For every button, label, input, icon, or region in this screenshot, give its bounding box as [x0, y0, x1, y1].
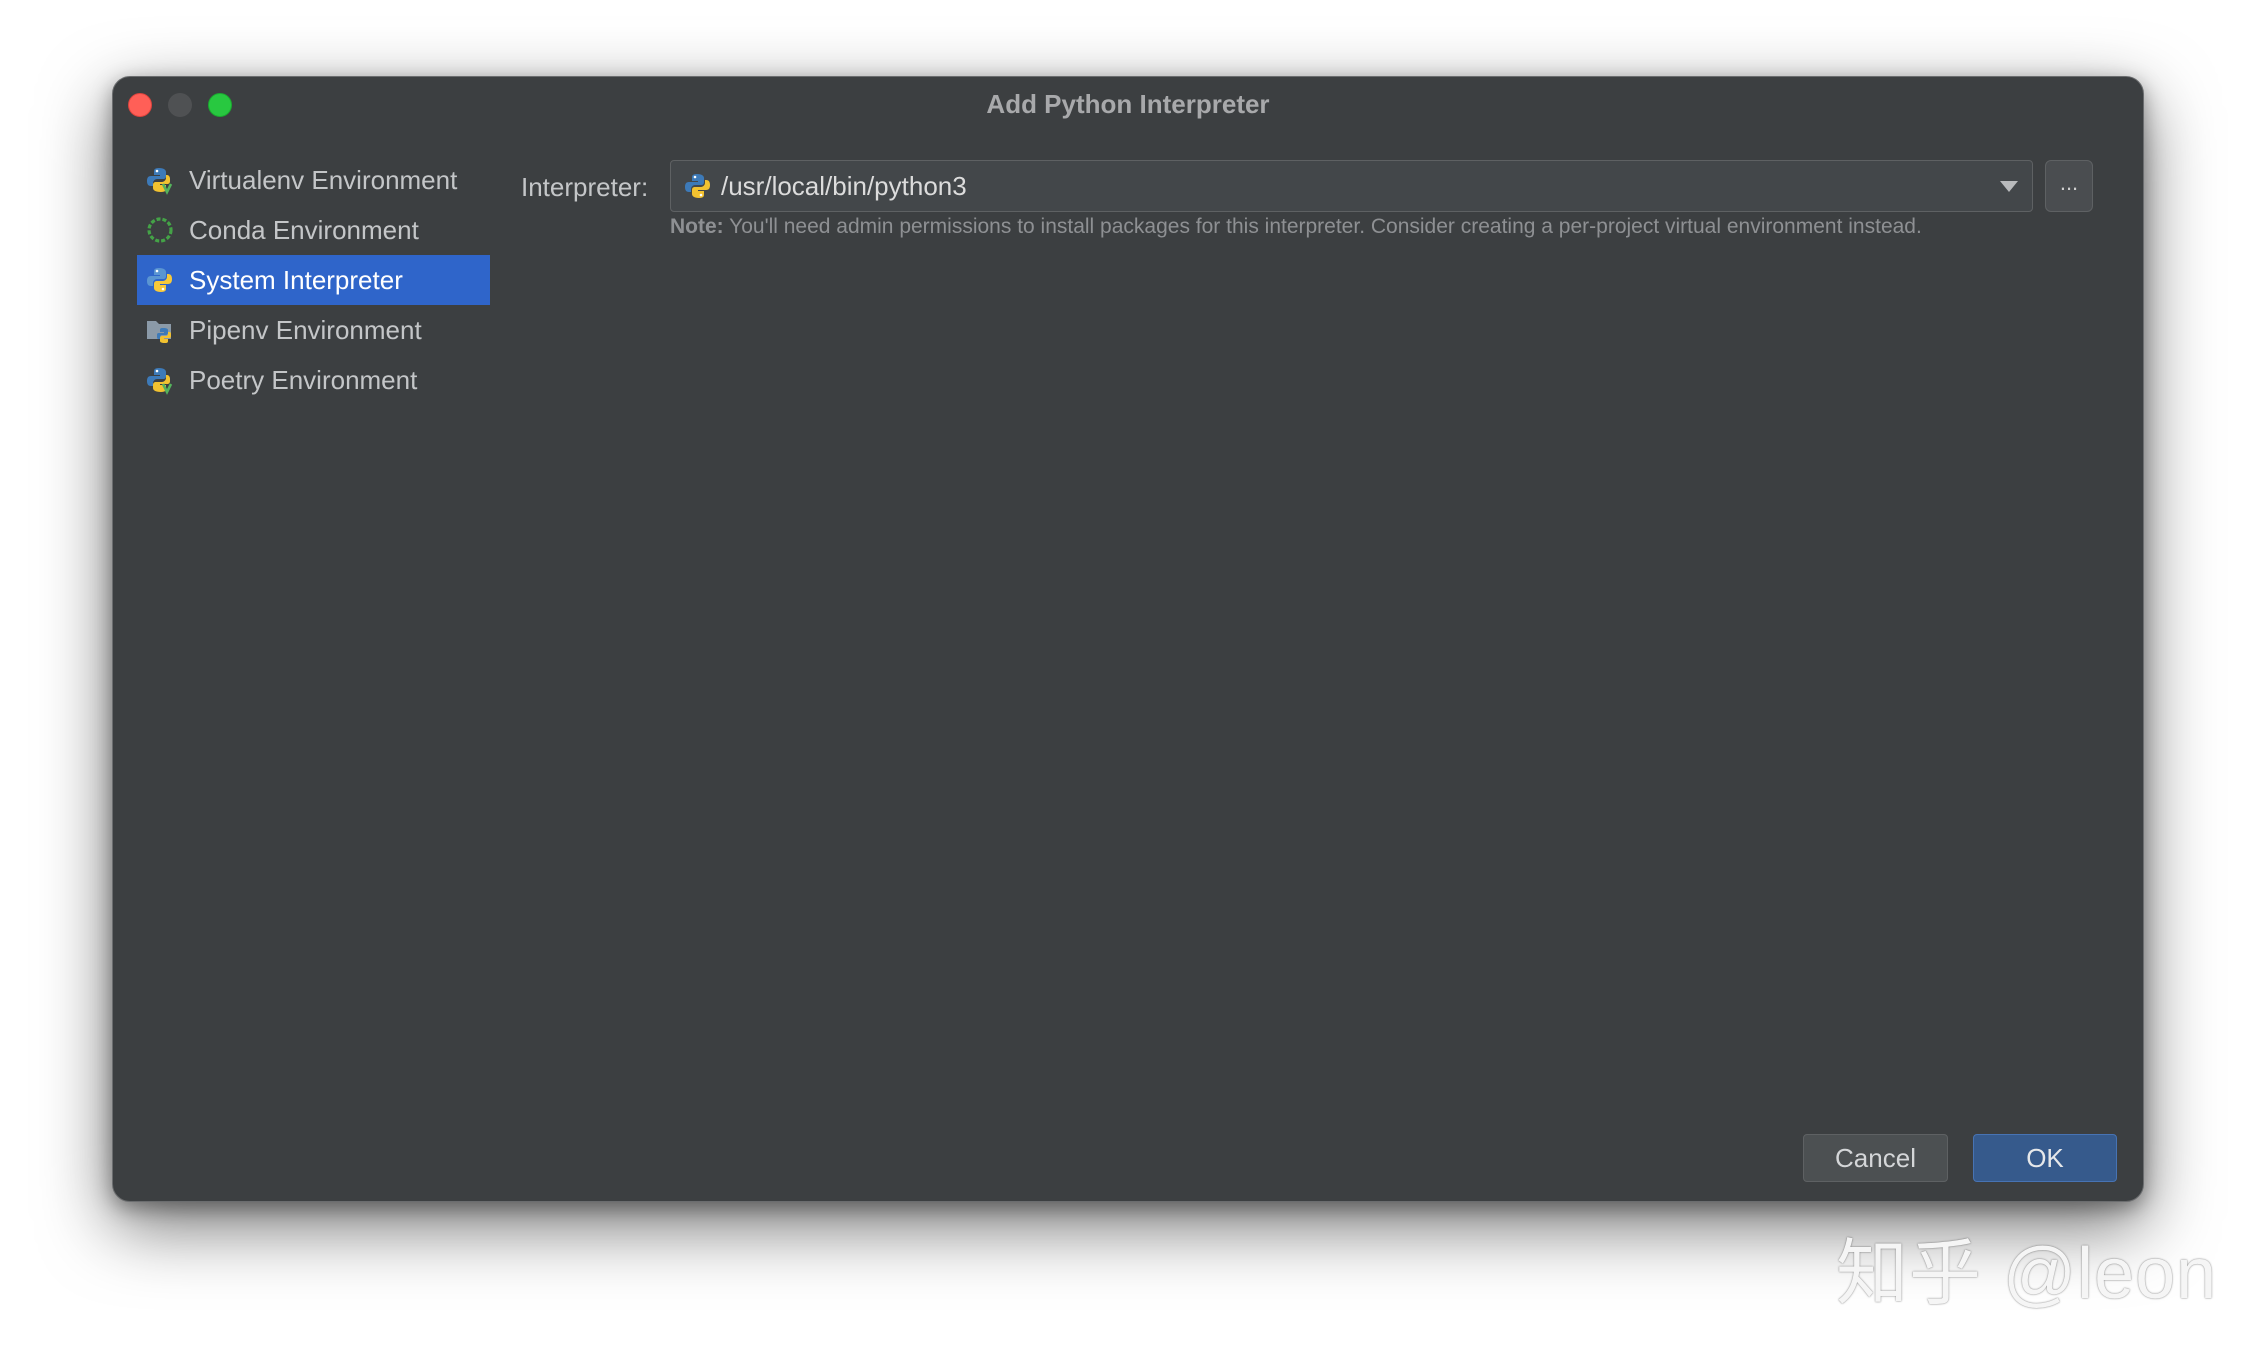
sidebar-item-label: Poetry Environment: [189, 364, 418, 395]
python-virtualenv-icon: [147, 168, 173, 195]
python-icon: [147, 268, 172, 292]
dialog-title: Add Python Interpreter: [986, 89, 1270, 119]
sidebar-item-system-interpreter[interactable]: System Interpreter: [137, 255, 490, 305]
interpreter-path-value: /usr/local/bin/python3: [721, 170, 967, 201]
interpreter-type-list: Virtualenv Environment Conda Environment…: [137, 155, 490, 405]
sidebar-item-label: System Interpreter: [189, 264, 403, 295]
sidebar-item-label: Pipenv Environment: [189, 314, 422, 345]
cancel-button[interactable]: Cancel: [1803, 1134, 1948, 1182]
note-text: You'll need admin permissions to install…: [723, 215, 1922, 238]
pipenv-icon: [147, 321, 171, 343]
sidebar-item-poetry[interactable]: Poetry Environment: [137, 355, 490, 405]
add-interpreter-dialog: Add Python Interpreter Virtualenv Enviro…: [112, 76, 2144, 1202]
sidebar-item-conda[interactable]: Conda Environment: [137, 205, 490, 255]
conda-icon: [147, 217, 173, 243]
watermark: 知乎 @leon: [1836, 1234, 2218, 1314]
python-icon: [685, 174, 710, 198]
sidebar-item-pipenv[interactable]: Pipenv Environment: [137, 305, 490, 355]
chevron-down-icon[interactable]: [2000, 181, 2018, 192]
poetry-icon: [147, 368, 173, 395]
interpreter-label: Interpreter:: [521, 172, 649, 202]
browse-button[interactable]: ...: [2045, 160, 2093, 212]
sidebar-item-label: Conda Environment: [189, 214, 419, 245]
note-prefix: Note:: [670, 215, 724, 238]
interpreter-combobox[interactable]: /usr/local/bin/python3: [670, 160, 2033, 212]
admin-permission-note: Note: You'll need admin permissions to i…: [670, 215, 1922, 239]
sidebar-item-virtualenv[interactable]: Virtualenv Environment: [137, 155, 490, 205]
sidebar-item-label: Virtualenv Environment: [189, 164, 458, 195]
ok-button[interactable]: OK: [1973, 1134, 2117, 1182]
